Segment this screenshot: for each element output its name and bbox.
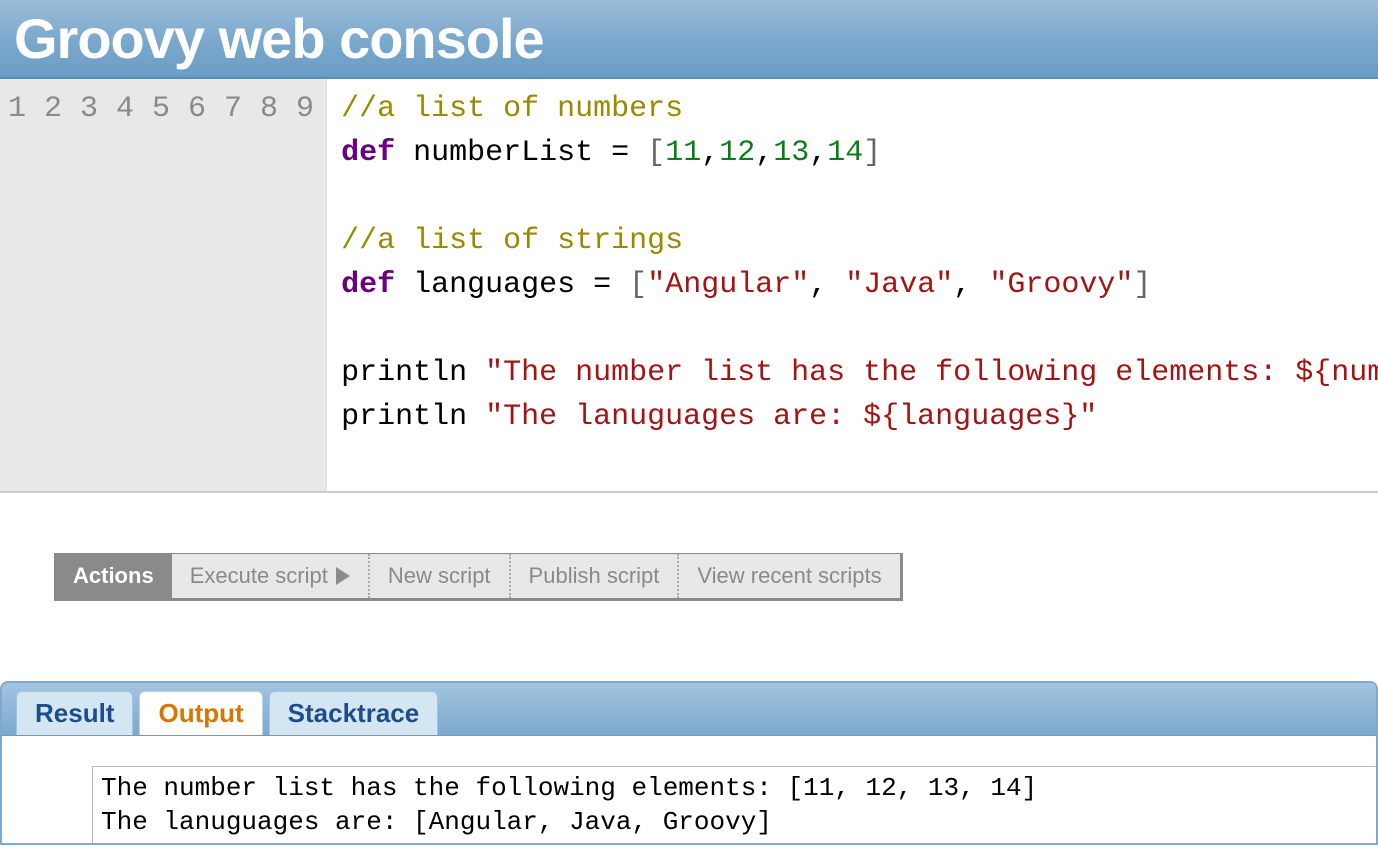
action-label: New script bbox=[388, 563, 491, 589]
actions-label: Actions bbox=[55, 554, 172, 598]
action-execute-script[interactable]: Execute script bbox=[172, 554, 368, 598]
tab-result[interactable]: Result bbox=[16, 691, 133, 735]
code-editor[interactable]: 1 2 3 4 5 6 7 8 9 //a list of numbersdef… bbox=[0, 79, 1378, 493]
code-area[interactable]: //a list of numbersdef numberList = [11,… bbox=[327, 79, 1378, 491]
code-line[interactable]: println "The lanuguages are: ${languages… bbox=[341, 395, 1364, 439]
action-new-script[interactable]: New script bbox=[368, 554, 509, 598]
code-line[interactable]: //a list of numbers bbox=[341, 87, 1364, 131]
code-line[interactable]: def languages = ["Angular", "Java", "Gro… bbox=[341, 263, 1364, 307]
action-label: Publish script bbox=[529, 563, 660, 589]
code-line[interactable] bbox=[341, 307, 1364, 351]
code-line[interactable] bbox=[341, 175, 1364, 219]
output-text: The number list has the following elemen… bbox=[92, 766, 1376, 843]
action-publish-script[interactable]: Publish script bbox=[509, 554, 678, 598]
code-line[interactable]: //a list of strings bbox=[341, 219, 1364, 263]
action-label: Execute script bbox=[190, 563, 328, 589]
page-header: Groovy web console bbox=[0, 0, 1378, 79]
play-icon bbox=[336, 567, 350, 585]
code-line[interactable]: println "The number list has the followi… bbox=[341, 351, 1364, 395]
tab-strip: ResultOutputStacktrace bbox=[2, 683, 1376, 736]
page-title: Groovy web console bbox=[14, 6, 1364, 71]
line-number-gutter: 1 2 3 4 5 6 7 8 9 bbox=[0, 79, 327, 491]
actions-toolbar: Actions Execute script New script Publish … bbox=[54, 553, 903, 601]
output-panel: ResultOutputStacktrace The number list h… bbox=[0, 681, 1378, 845]
tab-content: The number list has the following elemen… bbox=[2, 736, 1376, 843]
action-view-recent-scripts[interactable]: View recent scripts bbox=[677, 554, 899, 598]
tab-stacktrace[interactable]: Stacktrace bbox=[269, 691, 439, 735]
tab-output[interactable]: Output bbox=[139, 691, 262, 735]
action-label: View recent scripts bbox=[697, 563, 881, 589]
code-line[interactable]: def numberList = [11,12,13,14] bbox=[341, 131, 1364, 175]
code-line[interactable] bbox=[341, 439, 1364, 483]
